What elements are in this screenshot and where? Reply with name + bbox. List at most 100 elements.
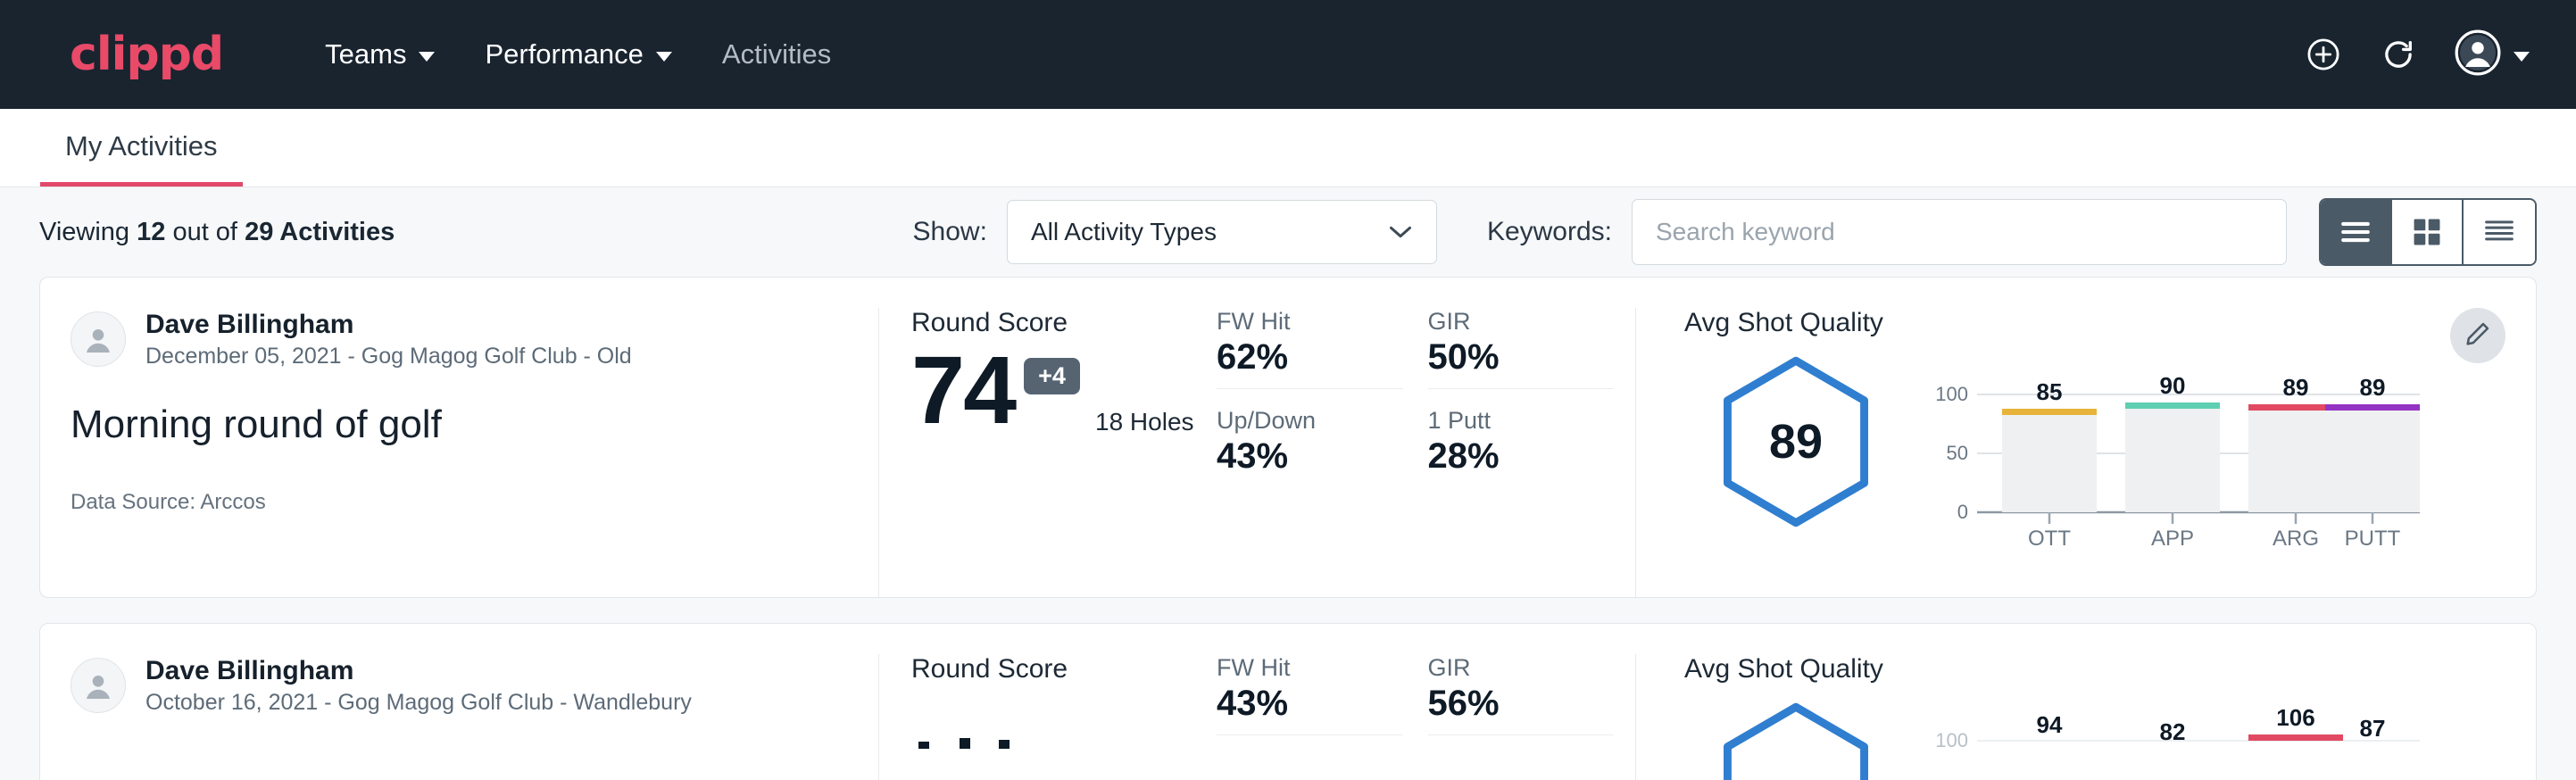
stat-value: 56% [1428, 684, 1615, 724]
stat-value: 50% [1428, 337, 1615, 378]
stat-up-down: Up/Down 43% [1217, 407, 1403, 487]
view-mode-grid-button[interactable] [2392, 200, 2464, 264]
svg-text:100: 100 [1935, 729, 1968, 751]
stat-label: Up/Down [1217, 407, 1403, 435]
quality-hexagon [1684, 701, 1907, 780]
nav-item-performance[interactable]: Performance [460, 29, 696, 79]
round-score-block: Round Score 74 +4 18 Holes [879, 308, 1217, 597]
avg-shot-quality-body: 89 100 50 0 [1684, 354, 2536, 547]
svg-text:PUTT: PUTT [2345, 527, 2401, 547]
top-navigation-bar: clippd Teams Performance Activities [0, 0, 2576, 109]
activity-summary: Dave Billingham December 05, 2021 - Gog … [40, 308, 879, 597]
account-avatar-icon [2455, 29, 2501, 80]
stat-value: 62% [1217, 337, 1403, 378]
score-to-par-badge: +4 [1024, 358, 1080, 394]
tab-label: My Activities [65, 130, 218, 162]
svg-text:89: 89 [2283, 374, 2309, 401]
stat-fw-hit: FW Hit 62% [1217, 308, 1403, 389]
round-score-block: Round Score [879, 654, 1217, 780]
tab-my-activities[interactable]: My Activities [40, 130, 243, 187]
stat-gir: GIR 50% [1428, 308, 1615, 389]
svg-text:106: 106 [2276, 706, 2314, 731]
activity-type-select[interactable]: All Activity Types [1007, 200, 1437, 264]
stat-label: FW Hit [1217, 308, 1403, 336]
filter-toolbar: Viewing 12 out of 29 Activities Show: Al… [39, 187, 2537, 277]
svg-text:85: 85 [2037, 378, 2063, 405]
svg-text:ARG: ARG [2273, 527, 2319, 547]
stat-gir: GIR 56% [1428, 654, 1615, 735]
show-label: Show: [913, 217, 987, 247]
owner-block: Dave Billingham December 05, 2021 - Gog … [145, 308, 632, 370]
svg-text:82: 82 [2160, 718, 2186, 745]
primary-nav: Teams Performance Activities [300, 29, 856, 79]
svg-text:100: 100 [1935, 383, 1968, 405]
stat-value: 43% [1217, 684, 1403, 724]
viewing-count-text: Viewing 12 out of 29 Activities [39, 218, 395, 247]
activity-owner: Dave Billingham December 05, 2021 - Gog … [71, 308, 848, 370]
nav-item-teams[interactable]: Teams [300, 29, 460, 79]
view-mode-compact-button[interactable] [2464, 200, 2535, 264]
activity-owner: Dave Billingham October 16, 2021 - Gog M… [71, 654, 848, 717]
svg-text:87: 87 [2360, 715, 2386, 742]
viewing-prefix: Viewing [39, 218, 129, 246]
app-logo[interactable]: clippd [70, 31, 223, 78]
round-score-value-row [911, 697, 1217, 751]
keywords-label: Keywords: [1487, 217, 1612, 247]
activity-data-source: Data Source: Arccos [71, 490, 848, 515]
edit-activity-button[interactable] [2450, 308, 2505, 363]
activity-subtitle: October 16, 2021 - Gog Magog Golf Club -… [145, 688, 692, 718]
svg-text:94: 94 [2037, 711, 2063, 738]
nav-item-activities[interactable]: Activities [697, 29, 856, 79]
view-mode-toggle [2319, 198, 2537, 266]
nav-item-label: Teams [325, 38, 406, 71]
round-score-label: Round Score [911, 654, 1217, 685]
svg-text:50: 50 [1947, 442, 1968, 464]
page-tab-bar: My Activities [0, 109, 2576, 187]
avg-shot-quality-label: Avg Shot Quality [1684, 308, 2536, 338]
stat-label: FW Hit [1217, 654, 1403, 682]
svg-text:APP: APP [2151, 527, 2194, 547]
refresh-icon[interactable] [2380, 36, 2417, 73]
account-menu[interactable] [2455, 29, 2530, 80]
main-content: Viewing 12 out of 29 Activities Show: Al… [0, 187, 2576, 780]
avg-shot-quality-body: 100 94 82 106 87 [1684, 701, 2536, 780]
chevron-down-icon [656, 52, 672, 62]
owner-name: Dave Billingham [145, 308, 632, 342]
search-input[interactable] [1632, 199, 2287, 265]
stat-label: 1 Putt [1428, 407, 1615, 435]
avg-shot-quality-block: Avg Shot Quality 100 94 [1636, 654, 2536, 780]
round-score-value: 74 [911, 342, 1015, 438]
round-stats-grid: FW Hit 43% GIR 56% [1217, 654, 1636, 780]
nav-item-label: Performance [485, 38, 643, 71]
holes-count: 18 Holes [1095, 408, 1217, 436]
round-stats-grid: FW Hit 62% GIR 50% Up/Down 43% 1 Putt 28… [1217, 308, 1636, 597]
activity-card[interactable]: Dave Billingham December 05, 2021 - Gog … [39, 277, 2537, 598]
view-mode-list-button[interactable] [2321, 200, 2392, 264]
viewing-middle: out of [172, 218, 237, 246]
quality-hexagon: 89 [1684, 354, 1907, 529]
stat-label: GIR [1428, 654, 1615, 682]
svg-text:OTT: OTT [2028, 527, 2071, 547]
svg-text:89: 89 [2360, 374, 2386, 401]
round-score-partial [911, 697, 1045, 751]
stat-value: 43% [1217, 436, 1403, 477]
chevron-down-icon [2514, 52, 2530, 62]
avg-shot-quality-label: Avg Shot Quality [1684, 654, 2536, 685]
plus-circle-icon[interactable] [2305, 36, 2342, 73]
viewing-total: 29 Activities [245, 218, 395, 246]
round-score-label: Round Score [911, 308, 1217, 338]
bar-chart-svg: 100 50 0 85 OTT [1927, 360, 2427, 547]
stat-value: 28% [1428, 436, 1615, 477]
avatar [71, 311, 126, 367]
svg-text:0: 0 [1957, 501, 1968, 523]
activity-type-value: All Activity Types [1031, 218, 1217, 246]
chevron-down-icon [419, 52, 435, 62]
stat-fw-hit: FW Hit 43% [1217, 654, 1403, 735]
activity-card[interactable]: Dave Billingham October 16, 2021 - Gog M… [39, 623, 2537, 780]
owner-block: Dave Billingham October 16, 2021 - Gog M… [145, 654, 692, 717]
quality-hexagon-value: 89 [1716, 354, 1875, 529]
nav-actions [2305, 29, 2530, 80]
activity-summary: Dave Billingham October 16, 2021 - Gog M… [40, 654, 879, 780]
bar-chart-svg: 100 94 82 106 87 [1927, 706, 2427, 780]
shot-quality-bar-chart: 100 50 0 85 OTT [1907, 354, 2536, 547]
